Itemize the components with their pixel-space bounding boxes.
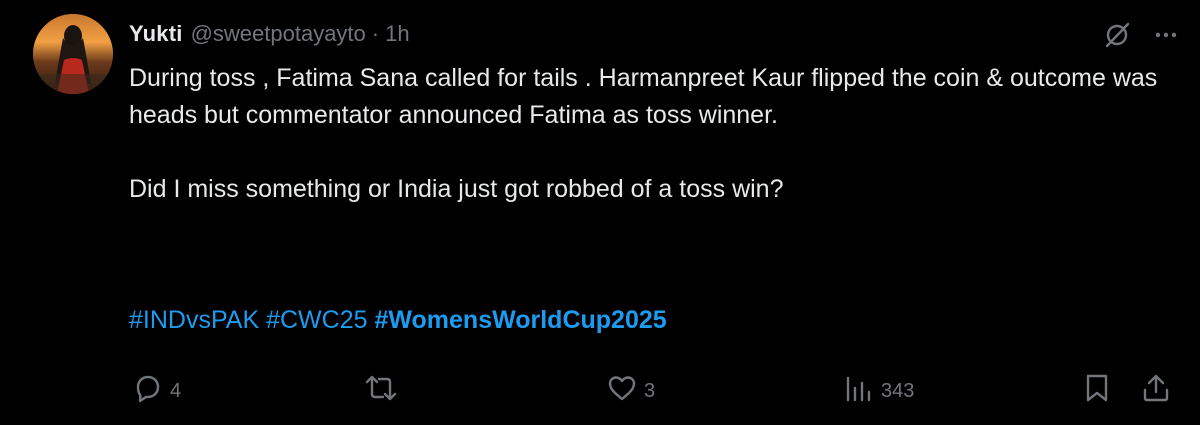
reply-button[interactable]: 4: [132, 372, 181, 410]
share-icon: [1140, 372, 1172, 410]
tweet-paragraph: During toss , Fatima Sana called for tai…: [129, 64, 1158, 129]
heart-icon: [606, 372, 638, 410]
separator-dot: ·: [371, 21, 380, 46]
hashtag-womensworldcup2025[interactable]: #WomensWorldCup2025: [374, 306, 666, 334]
more-icon[interactable]: [1152, 21, 1180, 49]
tweet-top-actions: [1102, 20, 1180, 50]
tweet-paragraph: Did I miss something or India just got r…: [129, 175, 784, 203]
user-handle[interactable]: @sweetpotayayto: [191, 21, 366, 47]
tweet-text: During toss , Fatima Sana called for tai…: [129, 60, 1169, 208]
reply-count: 4: [170, 379, 182, 402]
views-count: 343: [881, 379, 915, 402]
bookmark-button[interactable]: [1082, 372, 1112, 410]
share-button[interactable]: [1140, 372, 1172, 410]
views-icon: [843, 372, 875, 410]
hashtag-indvspak[interactable]: #INDvsPAK: [129, 306, 259, 334]
retweet-icon: [364, 372, 398, 410]
like-count: 3: [644, 379, 656, 402]
grok-icon[interactable]: [1102, 20, 1132, 50]
like-button[interactable]: 3: [606, 372, 655, 410]
tweet[interactable]: Yukti @sweetpotayayto · 1h During toss ,…: [0, 0, 1200, 425]
retweet-button[interactable]: [364, 372, 398, 410]
hashtag-cwc25[interactable]: #CWC25: [266, 306, 367, 334]
reply-icon: [132, 372, 164, 410]
tweet-actions: 4 3 343: [0, 368, 1200, 408]
bookmark-icon: [1082, 372, 1112, 410]
hashtag-line: #INDvsPAK #CWC25 #WomensWorldCup2025: [129, 302, 667, 339]
avatar[interactable]: [33, 14, 113, 94]
timestamp[interactable]: 1h: [385, 21, 409, 47]
display-name[interactable]: Yukti: [129, 21, 183, 47]
tweet-header: Yukti @sweetpotayayto · 1h: [129, 17, 410, 51]
avatar-image: [33, 14, 113, 94]
views-button[interactable]: 343: [843, 372, 914, 410]
